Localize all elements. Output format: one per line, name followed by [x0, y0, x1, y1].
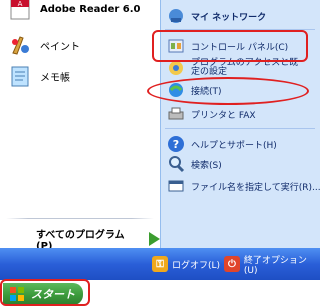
right-item-label: ファイル名を指定して実行(R)... [191, 182, 320, 193]
shutdown-button[interactable]: ⏻ 終了オプション(U) [224, 255, 320, 276]
search-icon [167, 155, 185, 173]
right-item-label: マイ ネットワーク [191, 12, 267, 23]
my-network-icon [167, 7, 185, 25]
connect-highlight [147, 77, 309, 105]
key-icon: ⚿ [152, 256, 168, 272]
right-item-label: プリンタと FAX [191, 110, 256, 121]
pinned-item-label: Adobe Reader 6.0 [40, 3, 141, 15]
shutdown-label: 終了オプション(U) [243, 255, 307, 276]
adobe-reader-icon: A [8, 0, 32, 21]
pinned-item-notepad[interactable]: メモ帳 [8, 61, 70, 91]
right-item-my-network[interactable]: マイ ネットワーク [167, 6, 266, 26]
notepad-icon [8, 64, 32, 88]
pinned-item-label: メモ帳 [40, 72, 70, 84]
paint-icon [8, 33, 32, 57]
right-item-label: 検索(S) [191, 160, 222, 171]
svg-text:?: ? [173, 138, 179, 151]
right-separator [165, 128, 315, 129]
power-icon: ⏻ [224, 256, 240, 272]
start-menu-bottom-bar: ⚿ ログオフ(L) ⏻ 終了オプション(U) [0, 248, 320, 280]
left-separator [6, 218, 154, 219]
control-panel-highlight [152, 30, 308, 62]
run-icon [167, 177, 185, 195]
logoff-label: ログオフ(L) [172, 260, 221, 271]
pinned-item-paint[interactable]: ペイント [8, 30, 80, 60]
pinned-item-adobe-reader[interactable]: A Adobe Reader 6.0 [8, 0, 141, 24]
svg-text:A: A [18, 0, 23, 8]
right-item-run[interactable]: ファイル名を指定して実行(R)... [167, 176, 320, 196]
right-item-label: ヘルプとサポート(H) [191, 140, 277, 151]
printer-icon [167, 105, 185, 123]
start-highlight [0, 279, 90, 306]
green-arrow-icon [149, 232, 160, 246]
logoff-button[interactable]: ⚿ ログオフ(L) [152, 255, 220, 273]
pinned-item-label: ペイント [40, 41, 80, 53]
start-menu-left-pane: A Adobe Reader 6.0 ペイント メモ帳 すべてのプログラム(P) [0, 0, 160, 252]
right-item-printers-fax[interactable]: プリンタと FAX [167, 104, 256, 124]
right-item-search[interactable]: 検索(S) [167, 154, 222, 174]
help-icon: ? [167, 135, 185, 153]
right-item-help[interactable]: ? ヘルプとサポート(H) [167, 134, 277, 154]
